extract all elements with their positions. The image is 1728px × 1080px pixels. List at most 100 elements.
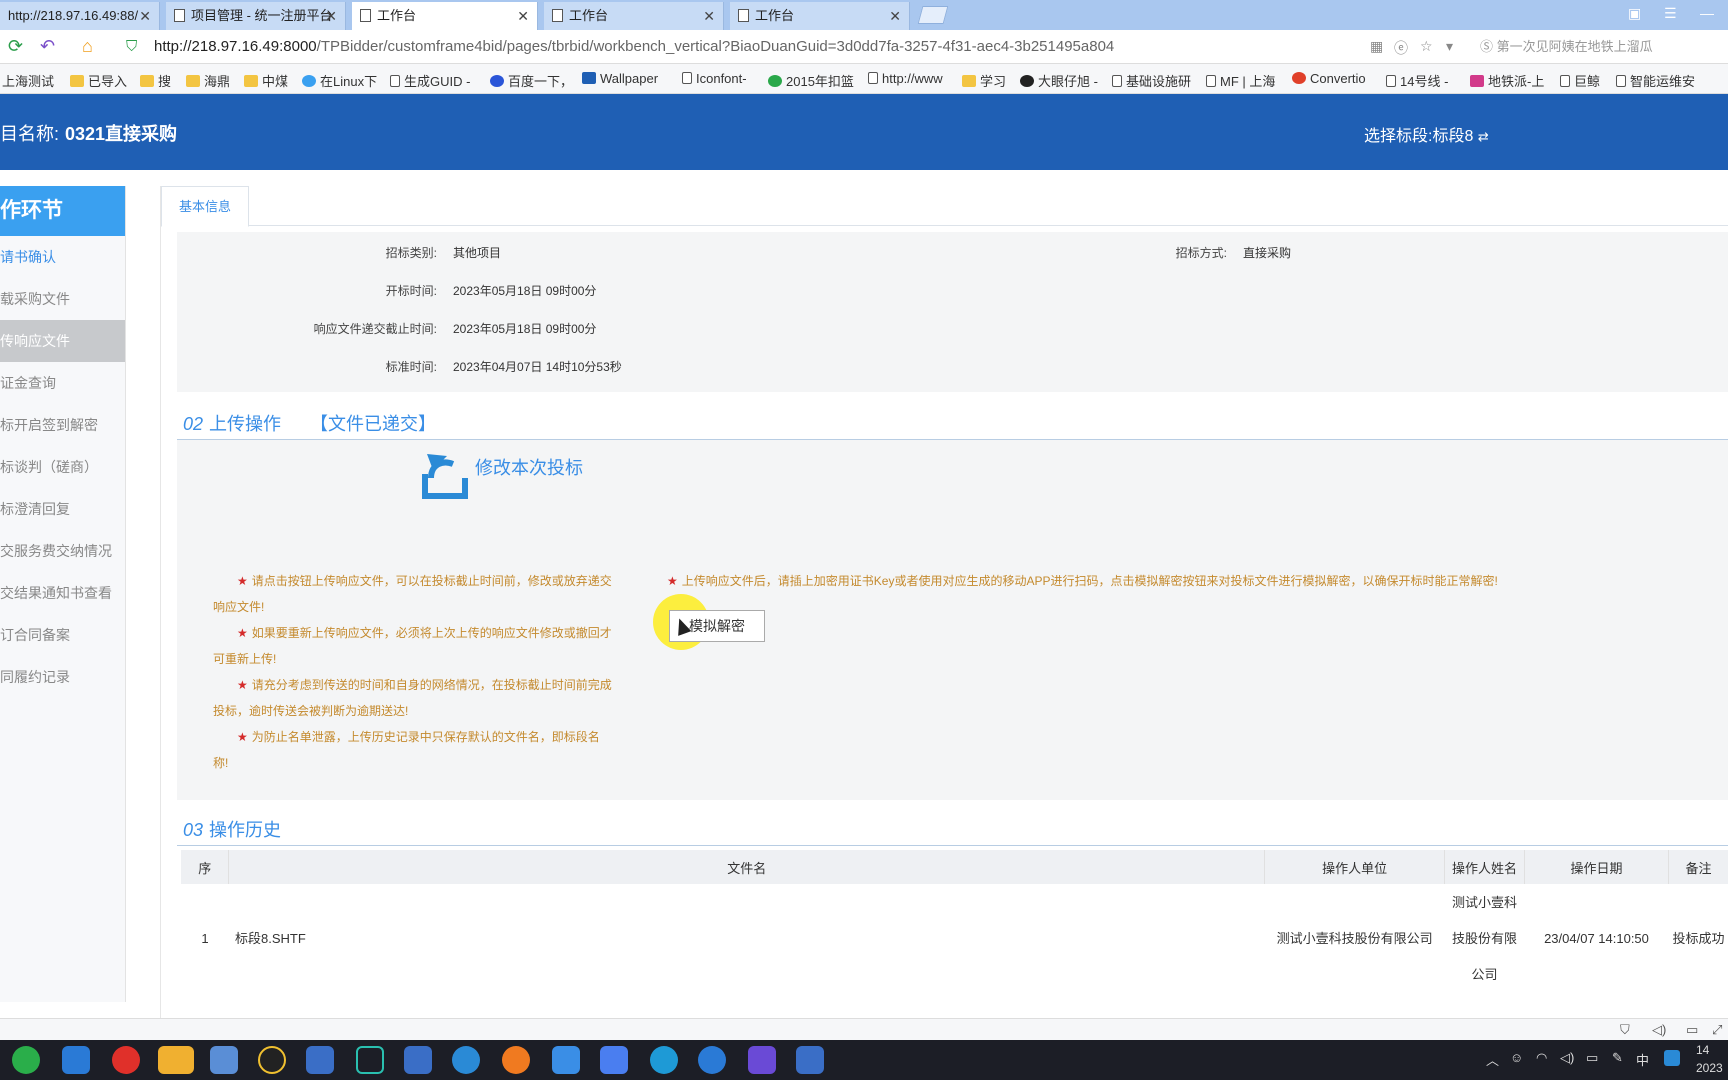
qr-icon[interactable]: ▦ <box>1370 38 1383 55</box>
sidebar-item-active[interactable]: 传响应文件 <box>0 320 125 362</box>
file-explorer-icon[interactable] <box>158 1046 194 1074</box>
bookmark-item[interactable]: Wallpaper <box>582 71 658 86</box>
bookmark-item[interactable]: 智能运维安 <box>1616 71 1695 90</box>
mail-icon[interactable] <box>552 1046 580 1074</box>
sidebar-item[interactable]: 订合同备案 <box>0 614 125 656</box>
address-bar: ⟳ ↶ ⌂ ⛉ http://218.97.16.49:8000/TPBidde… <box>0 30 1728 64</box>
close-icon[interactable]: ✕ <box>517 2 529 30</box>
app-icon[interactable] <box>306 1046 334 1074</box>
bookmark-item[interactable]: 巨鲸 <box>1560 71 1600 90</box>
table-row[interactable]: 1 标段8.SHTF 测试小壹科技股份有限公司 测试小壹科技股份有限公司 23/… <box>181 884 1728 994</box>
browser-tab-2[interactable]: 项目管理 - 统一注册平台 ✕ <box>166 2 346 30</box>
bookmark-label: 海鼎 <box>204 74 231 89</box>
undo-icon[interactable]: ↶ <box>40 36 55 57</box>
notes-icon[interactable] <box>600 1046 628 1074</box>
tab-basic-info[interactable]: 基本信息 <box>161 186 249 227</box>
search-input[interactable]: Ⓢ 第一次见阿姨在地铁上溜瓜 <box>1480 36 1720 58</box>
bookmark-item[interactable]: 14号线 - <box>1386 71 1448 90</box>
edge-icon[interactable] <box>650 1046 678 1074</box>
chevron-up-icon[interactable]: ︿ <box>1486 1050 1499 1069</box>
wechat-icon[interactable] <box>12 1046 40 1074</box>
wifi-icon[interactable]: ◠ <box>1536 1050 1547 1066</box>
bookmark-item[interactable]: MF | 上海 <box>1206 71 1275 90</box>
clock-date[interactable]: 2023 <box>1696 1061 1723 1075</box>
cell-filename[interactable]: 标段8.SHTF <box>229 884 1265 994</box>
sidebar-item[interactable]: 标澄清回复 <box>0 488 125 530</box>
media-app-icon[interactable] <box>112 1046 140 1074</box>
qq-icon[interactable] <box>258 1046 286 1074</box>
bookmark-item[interactable]: 基础设施研 <box>1112 71 1191 90</box>
e-app-icon[interactable] <box>62 1046 90 1074</box>
browser-tab-3[interactable]: 工作台 ✕ <box>352 2 538 30</box>
sidebar-item[interactable]: 交结果通知书查看 <box>0 572 125 614</box>
battery-icon[interactable]: ▭ <box>1586 1050 1598 1066</box>
remote-desktop-icon[interactable] <box>210 1046 238 1074</box>
refresh-icon[interactable]: ⟳ <box>8 36 23 57</box>
tray-app-icon[interactable]: ☺ <box>1510 1050 1523 1065</box>
browser-tab-4[interactable]: 工作台 ✕ <box>544 2 724 30</box>
xmind-icon[interactable] <box>356 1046 384 1074</box>
ime-indicator[interactable]: 中 <box>1636 1050 1649 1069</box>
switch-icon[interactable]: ⇄ <box>1478 129 1489 144</box>
bookmark-item[interactable]: 生成GUID - <box>390 71 470 90</box>
sidebar-item[interactable]: 标谈判（磋商） <box>0 446 125 488</box>
segment-value: 标段8 <box>1432 128 1474 145</box>
modify-bid-link[interactable]: 修改本次投标 <box>422 454 583 499</box>
bookmark-item[interactable]: Iconfont- <box>682 71 747 86</box>
bookmark-item[interactable]: 地铁派-上 <box>1470 71 1544 90</box>
segment-selector[interactable]: 选择标段:标段8 ⇄ <box>1364 122 1489 146</box>
sidebar-item[interactable]: 标开启签到解密 <box>0 404 125 446</box>
close-icon[interactable]: ✕ <box>139 2 151 30</box>
expand-icon[interactable]: ⤢ <box>1712 1022 1722 1038</box>
bookmark-item[interactable]: 学习 <box>962 71 1006 90</box>
minimize-icon[interactable]: — <box>1700 5 1714 21</box>
bookmark-item[interactable]: 已导入 <box>70 71 127 90</box>
shield-icon[interactable]: ⛉ <box>1620 1022 1630 1038</box>
document-icon <box>552 9 563 22</box>
bookmark-label: 大眼仔旭 - <box>1038 74 1098 89</box>
close-icon[interactable]: ✕ <box>889 2 901 30</box>
app-icon[interactable] <box>796 1046 824 1074</box>
new-tab-button[interactable] <box>917 6 949 24</box>
bookmark-item[interactable]: 2015年扣篮 <box>768 71 854 90</box>
sidebar-item[interactable]: 证金查询 <box>0 362 125 404</box>
star-icon[interactable]: ☆ <box>1420 38 1433 55</box>
pen-icon[interactable]: ✎ <box>1612 1050 1623 1066</box>
clock-time[interactable]: 14 <box>1696 1043 1709 1057</box>
browser-icon[interactable] <box>452 1046 480 1074</box>
search-app-icon[interactable] <box>502 1046 530 1074</box>
sidebar-item[interactable]: 同履约记录 <box>0 656 125 698</box>
close-icon[interactable]: ✕ <box>325 2 337 30</box>
sidebar-item[interactable]: 交服务费交纳情况 <box>0 530 125 572</box>
bookmark-item[interactable]: 百度一下， <box>490 71 573 90</box>
link-icon <box>302 75 316 87</box>
close-icon[interactable]: ✕ <box>703 2 715 30</box>
menu-icon[interactable]: ☰ <box>1664 5 1677 22</box>
bookmark-item[interactable]: 中煤 <box>244 71 288 90</box>
bookmark-item[interactable]: 上海测试 <box>2 71 54 90</box>
bookmark-item[interactable]: 大眼仔旭 - <box>1020 71 1098 90</box>
info-label: 招标方式: <box>1175 246 1227 260</box>
bookmark-item[interactable]: Convertio <box>1292 71 1366 86</box>
bookmark-item[interactable]: 海鼎 <box>186 71 230 90</box>
photo-app-icon[interactable] <box>748 1046 776 1074</box>
chevron-down-icon[interactable]: ▾ <box>1446 38 1453 55</box>
ie-icon[interactable]: ⓔ <box>1394 38 1408 58</box>
speaker-icon[interactable]: ◁) <box>1652 1022 1666 1038</box>
browser-tab-5[interactable]: 工作台 ✕ <box>730 2 910 30</box>
sidebar-toggle-icon[interactable]: ▣ <box>1628 5 1641 22</box>
bookmark-item[interactable]: http://www <box>868 71 943 86</box>
bookmark-item[interactable]: 在Linux下 <box>302 71 377 90</box>
url-input[interactable]: http://218.97.16.49:8000/TPBidder/custom… <box>154 38 1114 55</box>
q-app-icon[interactable] <box>1664 1050 1680 1066</box>
sidebar-item[interactable]: 载采购文件 <box>0 278 125 320</box>
home-icon[interactable]: ⌂ <box>82 36 93 57</box>
download-icon[interactable]: ▭ <box>1686 1022 1698 1038</box>
folder-icon <box>140 75 154 87</box>
browser-tab-1[interactable]: http://218.97.16.49:88/ ✕ <box>0 2 160 30</box>
volume-icon[interactable]: ◁) <box>1560 1050 1574 1066</box>
bookmark-item[interactable]: 搜 <box>140 71 171 90</box>
sidebar-item[interactable]: 请书确认 <box>0 236 125 278</box>
sogou-icon[interactable] <box>698 1046 726 1074</box>
app-icon[interactable] <box>404 1046 432 1074</box>
